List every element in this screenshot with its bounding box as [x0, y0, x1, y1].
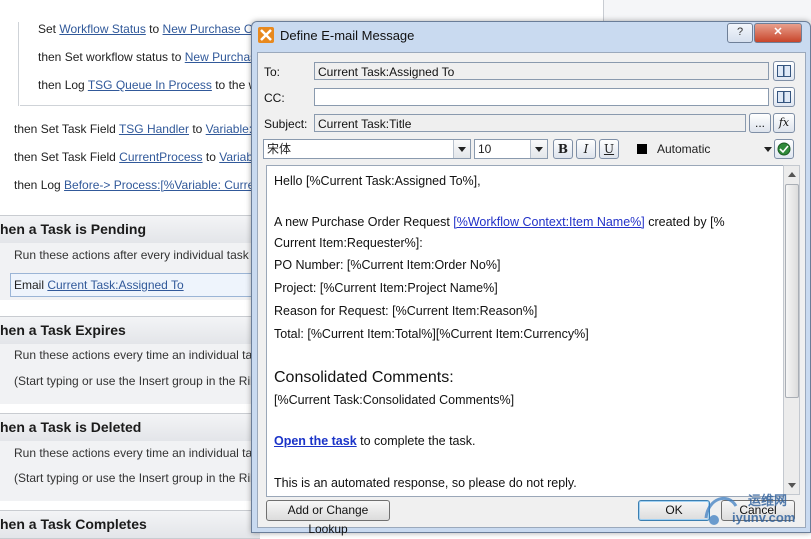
divider — [20, 105, 252, 106]
email-action-link[interactable]: Current Task:Assigned To — [47, 278, 183, 292]
message-body-editor[interactable]: Hello [%Current Task:Assigned To%], A ne… — [266, 165, 784, 497]
font-color-select[interactable]: Automatic — [632, 139, 776, 159]
action-link[interactable]: New Purchase Or — [163, 22, 258, 36]
font-name-value: 宋体 — [267, 142, 292, 156]
dialog-title: Define E-mail Message — [280, 28, 415, 43]
action-text: then Log — [38, 78, 88, 92]
body-comments-lookup: [%Current Task:Consolidated Comments%] — [274, 393, 515, 407]
step-description: Run these actions every time an individu… — [14, 446, 259, 460]
body-greeting-line: Hello [%Current Task:Assigned To%], — [274, 174, 481, 188]
action-line: then Set Task Field CurrentProcess to Va… — [14, 150, 262, 164]
action-line: then Set workflow status to New Purchas — [38, 50, 256, 64]
dialog-client-area: To: Current Task:Assigned To CC: Subject… — [257, 52, 806, 536]
body-footer-line: This is an automated response, so please… — [274, 476, 577, 490]
cc-address-book-button[interactable] — [773, 87, 795, 107]
action-text: to — [202, 150, 220, 164]
action-link[interactable]: TSG Queue In Process — [88, 78, 212, 92]
body-requester-line: Current Item:Requester%]: — [274, 236, 423, 250]
sharepoint-designer-icon — [258, 27, 274, 43]
font-name-select[interactable]: 宋体 — [263, 139, 471, 159]
step-header-deleted[interactable]: hen a Task is Deleted — [0, 413, 260, 442]
add-change-lookup-button[interactable]: Add or Change Lookup — [266, 500, 390, 536]
step-header-pending[interactable]: hen a Task is Pending — [0, 215, 260, 244]
body-text: Hello — [274, 174, 306, 188]
to-label: To: — [264, 65, 281, 79]
to-field[interactable]: Current Task:Assigned To — [314, 62, 769, 80]
body-po-line: PO Number: [%Current Item:Order No%] — [274, 258, 501, 272]
step-hint: (Start typing or use the Insert group in… — [14, 471, 257, 485]
chevron-down-icon[interactable] — [453, 140, 470, 158]
action-link[interactable]: Workflow Status — [59, 22, 145, 36]
watermark-domain: iyunv.com — [732, 510, 796, 525]
step-hint: (Start typing or use the Insert group in… — [14, 374, 257, 388]
action-link[interactable]: Before-> Process:[%Variable: Curre — [64, 178, 254, 192]
action-link[interactable]: TSG Handler — [119, 122, 189, 136]
address-book-icon — [777, 65, 791, 77]
site-watermark: 运维网 iyunv.com — [700, 488, 808, 530]
body-reason-line: Reason for Request: [%Current Item:Reaso… — [274, 304, 538, 318]
action-line: then Set Task Field TSG Handler to Varia… — [14, 122, 263, 136]
email-action: Email Current Task:Assigned To — [14, 278, 184, 292]
address-book-icon — [777, 91, 791, 103]
body-open-task-line: Open the task to complete the task. — [274, 434, 475, 448]
help-icon: ? — [736, 26, 744, 38]
underline-button[interactable]: U — [599, 139, 619, 159]
step-description: Run these actions after every individual… — [14, 248, 259, 262]
action-text: then Set Task Field — [14, 122, 119, 136]
body-lookup: [%Current Task:Assigned To%], — [305, 174, 481, 188]
font-color-value: Automatic — [657, 142, 711, 156]
step-header-expires[interactable]: hen a Task Expires — [0, 316, 260, 345]
action-text: Set — [38, 22, 60, 36]
cc-label: CC: — [264, 91, 285, 105]
scrollbar-thumb[interactable] — [785, 184, 799, 398]
body-request-line: A new Purchase Order Request [%Workflow … — [274, 215, 725, 229]
action-line: Set Workflow Status to New Purchase Or — [38, 22, 257, 36]
formula-button[interactable]: fx — [773, 113, 795, 133]
subject-ellipsis-button[interactable]: ... — [749, 113, 771, 133]
subject-field[interactable]: Current Task:Title — [314, 114, 746, 132]
action-text: to — [145, 22, 163, 36]
italic-button[interactable]: I — [576, 139, 596, 159]
action-line: then Log TSG Queue In Process to the w — [38, 78, 257, 92]
ribbon-strip — [603, 0, 811, 22]
action-text: then Log — [14, 178, 65, 192]
editor-scrollbar[interactable] — [783, 165, 800, 495]
globe-check-icon — [777, 142, 791, 156]
body-text: A new Purchase Order Request — [274, 215, 454, 229]
cc-field[interactable] — [314, 88, 769, 106]
to-address-book-button[interactable] — [773, 61, 795, 81]
color-swatch — [637, 144, 647, 154]
font-size-select[interactable]: 10 — [474, 139, 548, 159]
body-project-line: Project: [%Current Item:Project Name%] — [274, 281, 498, 295]
subject-label: Subject: — [264, 117, 308, 131]
body-text: created by [% — [644, 215, 725, 229]
close-icon: ✕ — [773, 26, 783, 38]
help-button[interactable]: ? — [727, 23, 753, 43]
action-line: then Log Before-> Process:[%Variable: Cu… — [14, 178, 254, 192]
item-name-link[interactable]: [%Workflow Context:Item Name%] — [453, 215, 645, 229]
divider — [18, 22, 19, 106]
body-text: to complete the task. — [356, 434, 476, 448]
action-text: then Set workflow status to — [38, 50, 185, 64]
define-email-dialog: Define E-mail Message ? ✕ To: Current Ta… — [251, 21, 811, 536]
action-text: Email — [14, 278, 48, 292]
close-button[interactable]: ✕ — [754, 23, 802, 43]
action-text: then Set Task Field — [14, 150, 120, 164]
font-size-value: 10 — [478, 142, 492, 156]
action-link[interactable]: CurrentProcess — [119, 150, 202, 164]
chevron-down-icon[interactable] — [764, 147, 772, 152]
open-task-link[interactable]: Open the task — [274, 434, 357, 448]
body-total-line: Total: [%Current Item:Total%][%Current I… — [274, 327, 589, 341]
step-description: Run these actions every time an individu… — [14, 348, 259, 362]
bold-button[interactable]: B — [553, 139, 573, 159]
step-header-completes[interactable]: hen a Task Completes — [0, 510, 260, 539]
action-link[interactable]: New Purchas — [185, 50, 256, 64]
watermark-cn: 运维网 — [748, 493, 788, 508]
body-comments-heading: Consolidated Comments: — [274, 369, 454, 386]
chevron-down-icon[interactable] — [530, 140, 547, 158]
action-text: to — [188, 122, 206, 136]
spell-check-button[interactable] — [774, 139, 794, 159]
dialog-titlebar[interactable]: Define E-mail Message ? ✕ — [252, 22, 810, 48]
scroll-up-icon[interactable] — [784, 166, 799, 182]
